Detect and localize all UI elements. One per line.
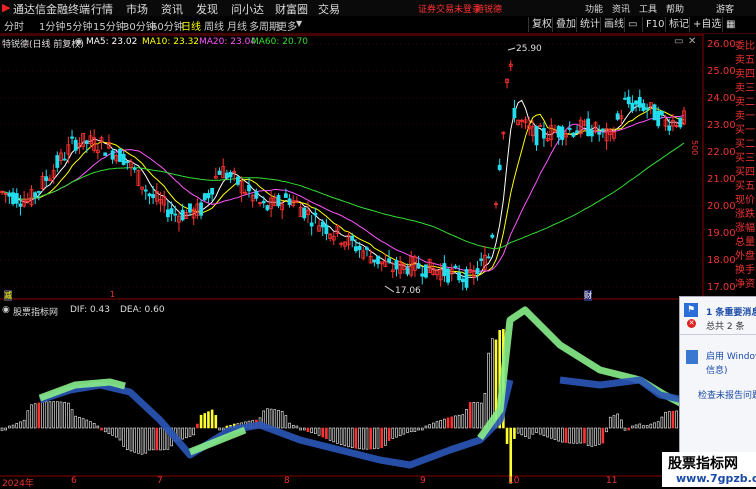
error-icon: ✕ (687, 319, 696, 328)
quote-label: 净资 (735, 279, 755, 290)
quote-label: 买一 (735, 125, 755, 136)
date-tick: 2024年 (2, 479, 34, 489)
dea-label: DEA: 0.60 (120, 305, 165, 315)
indicator-settings-icon[interactable]: ◉ (2, 305, 10, 315)
price-tick: 17.00 (707, 282, 736, 293)
popup-count: 总共 2 条 (706, 322, 745, 332)
popup-windows-link[interactable]: 启用 Windows (706, 349, 756, 362)
quote-label: 买四 (735, 167, 755, 178)
ma-settings-icon[interactable]: ◉ (75, 37, 83, 47)
quote-label: 卖四 (735, 69, 755, 80)
watermark-url: www.7gpzb.com (676, 472, 756, 485)
kline-chart[interactable] (0, 0, 756, 487)
price-tick: 20.00 (707, 201, 736, 212)
ma10-label: MA10: 23.32 (142, 37, 200, 47)
quote-label: 卖一 (735, 111, 755, 122)
event-marker-finance[interactable]: 财 (584, 290, 592, 301)
price-tick: 18.00 (707, 255, 736, 266)
price-tick: 19.00 (707, 228, 736, 239)
close-icon[interactable]: ✕ (688, 36, 696, 47)
quote-label: 换手 (735, 265, 755, 276)
popup-title[interactable]: 1 条重要消息 (706, 305, 756, 318)
popup-info-text: 信息) (706, 366, 728, 376)
quote-label: 买二 (735, 139, 755, 150)
chart-window-icon[interactable]: ▭ (674, 36, 683, 47)
date-tick: 8 (284, 476, 290, 486)
price-tick: 21.00 (707, 174, 736, 185)
price-tick: 26.00 (707, 39, 736, 50)
ma5-label: MA5: 23.02 (86, 37, 138, 47)
quote-label: 外盘 (735, 251, 755, 262)
date-tick: 9 (420, 476, 426, 486)
date-tick: 10 (508, 476, 520, 486)
quote-label: 委比 (735, 41, 755, 52)
popup-check-link[interactable]: 检查未报告问题 (698, 388, 756, 401)
watermark: 股票指标网 www.7gpzb.com (662, 452, 756, 487)
event-marker-left[interactable]: 减 (4, 290, 12, 301)
event-marker-mid[interactable]: 1 (110, 290, 115, 299)
quote-label: 卖五 (735, 55, 755, 66)
quote-label: 买三 (735, 153, 755, 164)
price-tick: 25.00 (707, 66, 736, 77)
low-price-label: 17.06 (395, 286, 421, 296)
date-tick: 6 (71, 476, 77, 486)
quote-label: 总量 (735, 237, 755, 248)
stock-info-name: 特锐德(日线 前复权) (2, 40, 84, 50)
ma60-label: MA60: 20.70 (251, 37, 309, 47)
watermark-title: 股票指标网 (668, 456, 738, 472)
indicator-name: 股票指标网 (13, 308, 59, 318)
quote-label: 买五 (735, 181, 755, 192)
quote-label: 涨跌 (735, 209, 755, 220)
ma20-label: MA20: 23.04 (199, 37, 257, 47)
quote-label: 现价 (735, 195, 755, 206)
dif-label: DIF: 0.43 (70, 305, 110, 315)
notification-popup[interactable]: ⚑ ✕ 1 条重要消息 总共 2 条 启用 Windows 信息) 检查未报告问… (679, 296, 756, 454)
price-tick: 23.00 (707, 120, 736, 131)
quote-label: 卖三 (735, 83, 755, 94)
date-tick: 11 (606, 476, 618, 486)
price-tick: 22.00 (707, 147, 736, 158)
date-tick: 7 (157, 476, 163, 486)
quote-label: 卖二 (735, 97, 755, 108)
flag-icon: ⚑ (684, 303, 698, 317)
quote-label: 涨幅 (735, 223, 755, 234)
shield-icon (686, 350, 698, 364)
price-tick: 24.00 (707, 93, 736, 104)
volume-marker: 500 (690, 140, 699, 156)
high-price-label: 25.90 (516, 44, 542, 54)
